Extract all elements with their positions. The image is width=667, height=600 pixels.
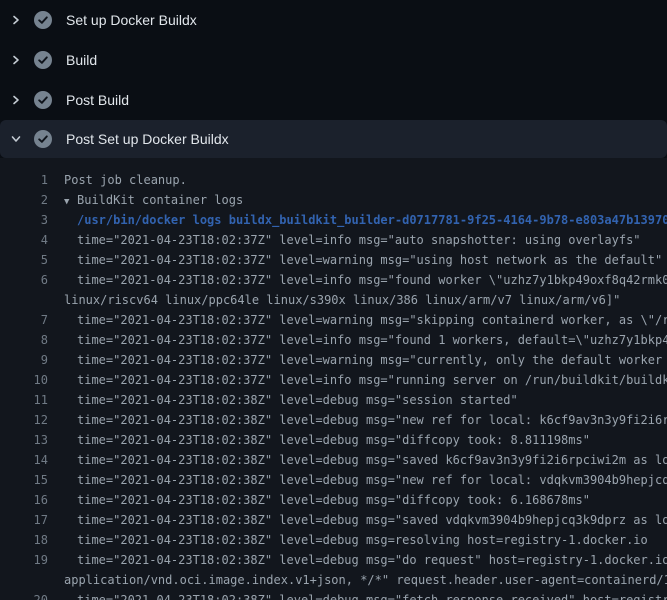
log-line-text: time="2021-04-23T18:02:38Z" level=debug … xyxy=(64,450,667,470)
line-number[interactable]: 1 xyxy=(0,170,48,190)
line-number[interactable]: 2 xyxy=(0,190,48,210)
log-line-text: application/vnd.oci.image.index.v1+json,… xyxy=(64,570,667,590)
log-line-text: time="2021-04-23T18:02:37Z" level=warnin… xyxy=(64,250,662,270)
line-number[interactable]: 14 xyxy=(0,450,48,470)
log-line-text: Post job cleanup. xyxy=(64,170,187,190)
log-line: 3 /usr/bin/docker logs buildx_buildkit_b… xyxy=(0,210,667,230)
line-number[interactable]: 13 xyxy=(0,430,48,450)
line-number[interactable]: 10 xyxy=(0,370,48,390)
chevron-right-icon xyxy=(10,14,22,26)
log-line: 9 time="2021-04-23T18:02:37Z" level=warn… xyxy=(0,350,667,370)
log-line-text: time="2021-04-23T18:02:37Z" level=info m… xyxy=(64,230,641,250)
log-line: 16 time="2021-04-23T18:02:38Z" level=deb… xyxy=(0,490,667,510)
log-line: 8 time="2021-04-23T18:02:37Z" level=info… xyxy=(0,330,667,350)
check-circle-icon xyxy=(34,130,52,148)
log-line-text: time="2021-04-23T18:02:38Z" level=debug … xyxy=(64,530,648,550)
chevron-right-icon xyxy=(10,54,22,66)
log-line-text: time="2021-04-23T18:02:38Z" level=debug … xyxy=(64,390,518,410)
log-line-text: /usr/bin/docker logs buildx_buildkit_bui… xyxy=(64,210,667,230)
log-line-text: time="2021-04-23T18:02:38Z" level=debug … xyxy=(64,490,590,510)
actions-log-viewer: { "colors": { "page_bg": "#0a0e14", "log… xyxy=(0,0,667,600)
log-line: 14 time="2021-04-23T18:02:38Z" level=deb… xyxy=(0,450,667,470)
log-line: 10 time="2021-04-23T18:02:37Z" level=inf… xyxy=(0,370,667,390)
chevron-right-icon xyxy=(10,94,22,106)
log-line: 2 ▼BuildKit container logs xyxy=(0,190,667,210)
step-header[interactable]: Post Build xyxy=(0,80,667,120)
log-line-text: time="2021-04-23T18:02:38Z" level=debug … xyxy=(64,470,667,490)
line-number[interactable]: 4 xyxy=(0,230,48,250)
log-line-text: time="2021-04-23T18:02:37Z" level=info m… xyxy=(64,330,667,350)
line-number[interactable]: 11 xyxy=(0,390,48,410)
line-number[interactable]: 15 xyxy=(0,470,48,490)
chevron-down-icon xyxy=(10,133,22,145)
line-number[interactable]: 8 xyxy=(0,330,48,350)
log-line-text: ▼BuildKit container logs xyxy=(64,190,243,210)
line-number[interactable]: 3 xyxy=(0,210,48,230)
line-number[interactable]: 16 xyxy=(0,490,48,510)
log-line-text: time="2021-04-23T18:02:37Z" level=info m… xyxy=(64,370,667,390)
log-line: application/vnd.oci.image.index.v1+json,… xyxy=(0,570,667,590)
check-circle-icon xyxy=(34,91,52,109)
group-collapse-icon[interactable]: ▼ xyxy=(64,192,77,210)
log-line-text: time="2021-04-23T18:02:38Z" level=debug … xyxy=(64,510,667,530)
line-number[interactable]: 12 xyxy=(0,410,48,430)
log-line: 13 time="2021-04-23T18:02:38Z" level=deb… xyxy=(0,430,667,450)
log-line-text: time="2021-04-23T18:02:37Z" level=info m… xyxy=(64,270,667,290)
line-number[interactable] xyxy=(0,570,48,590)
log-line: linux/riscv64 linux/ppc64le linux/s390x … xyxy=(0,290,667,310)
step-header[interactable]: Post Set up Docker Buildx xyxy=(0,120,667,158)
log-line: 18 time="2021-04-23T18:02:38Z" level=deb… xyxy=(0,530,667,550)
line-number[interactable]: 20 xyxy=(0,590,48,600)
line-number[interactable]: 9 xyxy=(0,350,48,370)
line-number[interactable]: 19 xyxy=(0,550,48,570)
step-title: Post Build xyxy=(66,91,129,109)
check-circle-icon xyxy=(34,51,52,69)
steps-list: Set up Docker Buildx Build Post Build xyxy=(0,0,667,158)
line-number[interactable]: 18 xyxy=(0,530,48,550)
line-number[interactable]: 7 xyxy=(0,310,48,330)
log-line: 5 time="2021-04-23T18:02:37Z" level=warn… xyxy=(0,250,667,270)
check-circle-icon xyxy=(34,11,52,29)
step-title: Build xyxy=(66,51,97,69)
log-line: 12 time="2021-04-23T18:02:38Z" level=deb… xyxy=(0,410,667,430)
step-header[interactable]: Build xyxy=(0,40,667,80)
log-line: 6 time="2021-04-23T18:02:37Z" level=info… xyxy=(0,270,667,290)
log-line-text: time="2021-04-23T18:02:37Z" level=warnin… xyxy=(64,350,667,370)
log-line-text: time="2021-04-23T18:02:37Z" level=warnin… xyxy=(64,310,667,330)
line-number[interactable] xyxy=(0,290,48,310)
log-line-text: time="2021-04-23T18:02:38Z" level=debug … xyxy=(64,430,590,450)
line-number[interactable]: 17 xyxy=(0,510,48,530)
log-line-text: time="2021-04-23T18:02:38Z" level=debug … xyxy=(64,590,667,600)
log-line: 11 time="2021-04-23T18:02:38Z" level=deb… xyxy=(0,390,667,410)
log-line-text: time="2021-04-23T18:02:38Z" level=debug … xyxy=(64,550,667,570)
log-line: 7 time="2021-04-23T18:02:37Z" level=warn… xyxy=(0,310,667,330)
step-title: Post Set up Docker Buildx xyxy=(66,130,229,148)
log-line: 15 time="2021-04-23T18:02:38Z" level=deb… xyxy=(0,470,667,490)
line-number[interactable]: 5 xyxy=(0,250,48,270)
log-line-text: time="2021-04-23T18:02:38Z" level=debug … xyxy=(64,410,667,430)
step-header[interactable]: Set up Docker Buildx xyxy=(0,0,667,40)
step-title: Set up Docker Buildx xyxy=(66,11,197,29)
log-line: 17 time="2021-04-23T18:02:38Z" level=deb… xyxy=(0,510,667,530)
line-number[interactable]: 6 xyxy=(0,270,48,290)
log-line: 1 Post job cleanup. xyxy=(0,170,667,190)
log-line-text: linux/riscv64 linux/ppc64le linux/s390x … xyxy=(64,290,620,310)
log-line: 4 time="2021-04-23T18:02:37Z" level=info… xyxy=(0,230,667,250)
log-line: 19 time="2021-04-23T18:02:38Z" level=deb… xyxy=(0,550,667,570)
log-line: 20 time="2021-04-23T18:02:38Z" level=deb… xyxy=(0,590,667,600)
group-title[interactable]: BuildKit container logs xyxy=(77,193,243,207)
log-lines: 1 Post job cleanup. 2 ▼BuildKit containe… xyxy=(0,158,667,600)
